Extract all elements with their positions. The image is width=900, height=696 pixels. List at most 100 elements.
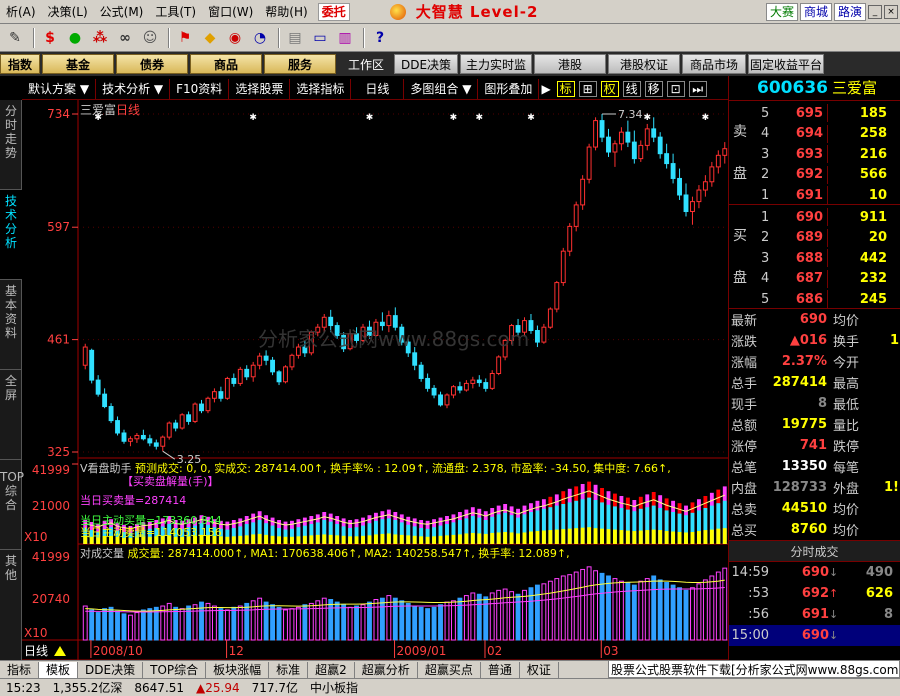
stat-value: ▲016: [789, 333, 827, 348]
menu-help[interactable]: 帮助(H): [259, 1, 313, 23]
help-cursor-icon[interactable]: ?: [369, 28, 391, 48]
volume-bar: [715, 571, 721, 641]
candle-body: [192, 403, 198, 422]
bottom-tab[interactable]: 超赢买点: [418, 661, 481, 678]
buy-order-row[interactable]: 2 689 20: [729, 228, 900, 248]
window-icon[interactable]: ▭: [309, 28, 331, 48]
nav-commodity-market[interactable]: 商品市场: [682, 54, 747, 74]
vtab-fundamentals[interactable]: 基本资料: [0, 280, 22, 370]
bottom-tab[interactable]: 超赢分析: [355, 661, 418, 678]
move-button[interactable]: 移: [644, 80, 663, 97]
palette-icon[interactable]: ●: [64, 28, 86, 48]
nav-fixed-income[interactable]: 固定收益平台: [748, 54, 825, 74]
close-icon[interactable]: ×: [884, 4, 898, 19]
volume-bar: [690, 587, 695, 641]
end-button[interactable]: ⏭: [688, 80, 707, 97]
menu-tools[interactable]: 工具(T): [149, 1, 202, 23]
mark-button[interactable]: 标: [556, 80, 575, 97]
bottom-tab[interactable]: 普通: [481, 661, 520, 678]
nav-commodity[interactable]: 商品: [190, 54, 262, 74]
diamond-icon[interactable]: ◆: [199, 28, 221, 48]
volume-bar: [360, 604, 366, 641]
bottom-tab[interactable]: 标准: [269, 661, 309, 678]
vtab-fullscreen[interactable]: 全屏: [0, 370, 22, 460]
bottom-tab[interactable]: 指标: [0, 661, 40, 678]
volume-bar: [463, 595, 469, 641]
tab-select-stock[interactable]: 选择股票: [229, 78, 291, 99]
nav-hk-stock[interactable]: 港股: [534, 54, 607, 74]
mall-button[interactable]: 商城: [799, 2, 832, 21]
tab-select-indicator[interactable]: 选择指标: [290, 78, 352, 99]
sell-order-row[interactable]: 2 692 566: [729, 165, 900, 185]
volume-bar: [128, 614, 133, 641]
bottom-tab[interactable]: TOP综合: [143, 661, 207, 678]
tab-daily[interactable]: 日线: [351, 78, 405, 99]
buy-order-row[interactable]: 1 690 911: [729, 207, 900, 227]
sell-order-row[interactable]: 5 695 185: [729, 103, 900, 123]
ruler-icon[interactable]: ✎: [4, 28, 26, 48]
nav-fund[interactable]: 基金: [42, 54, 114, 74]
nav-dde[interactable]: DDE决策: [394, 54, 459, 74]
record-icon[interactable]: ◉: [224, 28, 246, 48]
people-icon[interactable]: ☺: [139, 28, 161, 48]
binoculars-icon[interactable]: ∞: [114, 28, 136, 48]
printer-icon[interactable]: ▤: [284, 28, 306, 48]
rights-button[interactable]: 权: [600, 80, 619, 97]
timesales-header[interactable]: 分时成交: [729, 540, 900, 562]
tab-tech-analysis[interactable]: 技术分析 ▼: [96, 78, 171, 99]
tab-overlay[interactable]: 图形叠加: [478, 78, 540, 99]
stat-label-2: 跌停: [833, 440, 860, 455]
contest-button[interactable]: 大赛: [765, 2, 798, 21]
sell-order-row[interactable]: 3 693 216: [729, 144, 900, 164]
menu-analysis[interactable]: 析(A): [0, 1, 42, 23]
nav-main-monitor[interactable]: 主力实时监控: [460, 54, 533, 92]
tab-f10[interactable]: F10资料: [170, 78, 230, 99]
nav-hk-warrant[interactable]: 港股权证: [608, 54, 681, 74]
menu-decision[interactable]: 决策(L): [42, 1, 94, 23]
buy-order-row[interactable]: 3 688 442: [729, 248, 900, 268]
bottom-tab[interactable]: DDE决策: [78, 661, 144, 678]
bottom-tab[interactable]: 权证: [520, 661, 559, 678]
vtab-technical[interactable]: 技术分析: [0, 190, 22, 280]
menu-window[interactable]: 窗口(W): [202, 1, 259, 23]
tab-default-scheme[interactable]: 默认方案 ▼: [22, 78, 97, 99]
nav-index[interactable]: 指数: [0, 54, 40, 74]
grid-button[interactable]: ⊞: [578, 80, 597, 97]
minimize-icon[interactable]: _: [868, 4, 882, 19]
entrust-button[interactable]: 委托: [317, 2, 350, 21]
play-icon[interactable]: ▶: [539, 79, 552, 99]
stat-row: 涨停 741 跌停: [729, 435, 900, 456]
books-icon[interactable]: ▥: [334, 28, 356, 48]
nav-bond[interactable]: 债券: [116, 54, 188, 74]
nav-service[interactable]: 服务: [264, 54, 336, 74]
stat-row: 最新 690 均价: [729, 309, 900, 330]
chart-area[interactable]: 734 597 461 325 7.34 3.25 ✱ ✱ ✱ ✱ ✱ ✱ ✱ ✱ 分析家公式网www.88…: [22, 100, 728, 660]
bottom-tab[interactable]: 超赢2: [308, 661, 355, 678]
bottom-tab[interactable]: 板块涨幅: [206, 661, 270, 678]
menu-formula[interactable]: 公式(M): [94, 1, 150, 23]
eye-icon[interactable]: ◔: [249, 28, 271, 48]
tab-multi-chart[interactable]: 多图组合 ▼: [404, 78, 479, 99]
dollar-icon[interactable]: $: [39, 28, 61, 48]
roadshow-button[interactable]: 路演: [833, 2, 866, 21]
vtab-intraday[interactable]: 分时走势: [0, 100, 22, 190]
active-sell-bar: [238, 535, 243, 544]
volume-bar: [644, 578, 650, 641]
ad-marquee[interactable]: 股票公式股票软件下载[分析家公式网www.88gs.com: [608, 660, 900, 678]
buy-order-row[interactable]: 5 686 245: [729, 289, 900, 309]
active-sell-bar: [348, 536, 353, 544]
brand-logo-icon: [389, 3, 406, 20]
line-button[interactable]: 线: [622, 80, 641, 97]
bottom-tab[interactable]: 模板: [39, 661, 79, 678]
chart-svg[interactable]: 7345974613257.343.25✱ ✱ ✱ ✱ ✱ ✱ ✱ ✱分析家公式网www.88…: [22, 100, 728, 660]
vtab-top[interactable]: TOP综合: [0, 466, 24, 550]
flag-icon[interactable]: ⚑: [174, 28, 196, 48]
candle-body: [250, 364, 256, 378]
dots-icon[interactable]: ⁂: [89, 28, 111, 48]
sell-order-row[interactable]: 4 694 258: [729, 124, 900, 144]
sell-order-row[interactable]: 1 691 10: [729, 185, 900, 205]
trade-time: 14:59: [731, 565, 769, 580]
window-button[interactable]: ⊡: [666, 80, 685, 97]
buy-order-row[interactable]: 4 687 232: [729, 269, 900, 289]
vtab-other[interactable]: 其他: [0, 550, 22, 658]
